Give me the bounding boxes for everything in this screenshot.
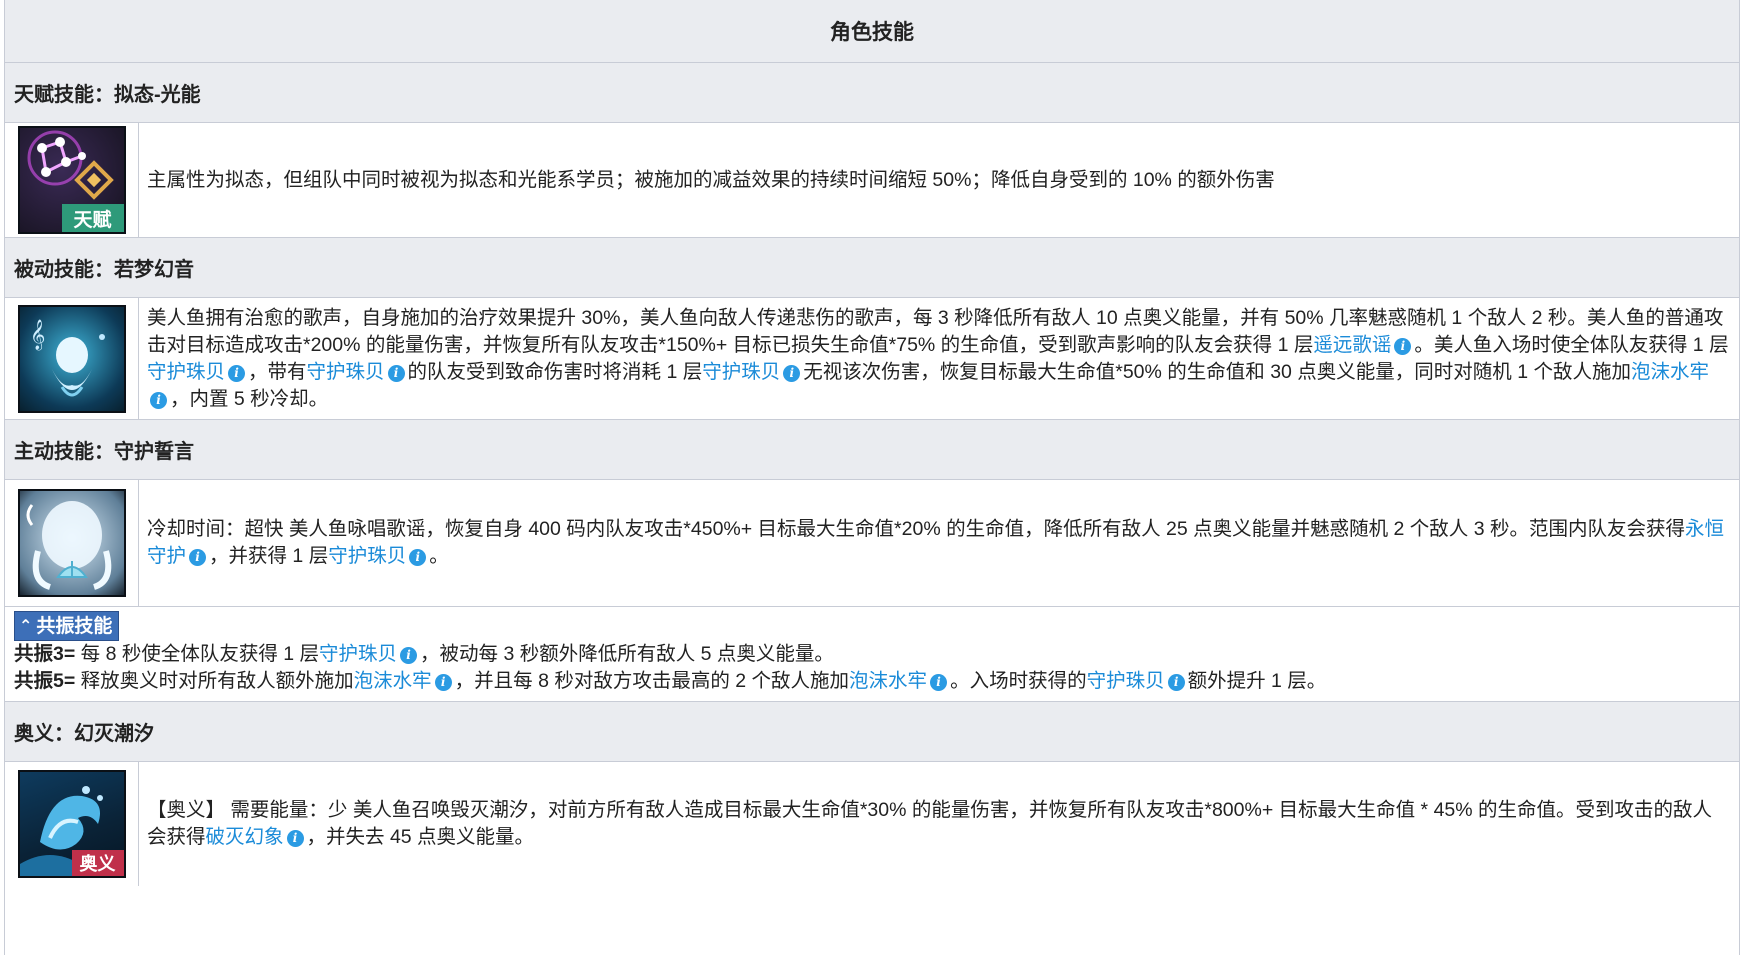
link-bubble-prison[interactable]: 泡沫水牢	[354, 670, 432, 692]
info-icon[interactable]: i	[783, 364, 801, 382]
talent-badge: 天赋	[61, 204, 124, 232]
ultimate-icon-cell: 奥义	[5, 762, 139, 886]
link-bubble-prison[interactable]: 泡沫水牢	[1631, 361, 1709, 383]
passive-header: 被动技能：若梦幻音	[5, 238, 1739, 298]
mermaid-song-icon: 𝄞	[30, 319, 105, 396]
active-icon	[17, 489, 126, 597]
link-guardian-shell[interactable]: 守护珠贝	[147, 361, 225, 383]
active-text-1: 冷却时间：超快 美人鱼咏唱歌谣，恢复自身 400 码内队友攻击*450%+ 目标…	[147, 518, 1685, 540]
active-icon-cell	[5, 480, 139, 606]
resonance-3-line: 共振3= 每 8 秒使全体队友获得 1 层守护珠贝 i ，被动每 3 秒额外降低所有…	[14, 641, 1730, 668]
ultimate-header: 奥义：幻灭潮汐	[5, 702, 1739, 762]
link-guardian-shell[interactable]: 守护珠贝	[319, 643, 397, 665]
link-guardian-shell[interactable]: 守护珠贝	[1087, 670, 1165, 692]
info-icon[interactable]: i	[400, 647, 418, 664]
resonance-badge-label: 共振技能	[36, 615, 113, 637]
passive-text-6: ，内置 5 秒冷却。	[170, 387, 329, 410]
info-icon[interactable]: i	[286, 830, 304, 847]
passive-text-3: ，带有	[248, 360, 307, 383]
ultimate-row: 奥义 【奥义】 需要能量：少 美人鱼召唤毁灭潮汐，对前方所有敌人造成目标最大生命…	[5, 762, 1739, 886]
resonance-badge: ⌃ 共振技能	[14, 611, 120, 641]
talent-row: 天赋 主属性为拟态，但组队中同时被视为拟态和光能系学员；被施加的减益效果的持续时…	[5, 123, 1739, 238]
active-description-text: 冷却时间：超快 美人鱼咏唱歌谣，恢复自身 400 码内队友攻击*450%+ 目标…	[147, 516, 1731, 570]
active-header: 主动技能：守护誓言	[5, 420, 1739, 480]
passive-icon-cell: 𝄞	[5, 298, 139, 419]
link-distant-song[interactable]: 遥远歌谣	[1313, 334, 1391, 356]
info-icon[interactable]: i	[1167, 674, 1185, 691]
talent-icon-cell: 天赋	[5, 123, 139, 237]
link-bubble-prison[interactable]: 泡沫水牢	[849, 670, 927, 692]
resonance-5-line: 共振5= 释放奥义时对所有敌人额外施加泡沫水牢 i ，并且每 8 秒对敌方攻击最高的…	[14, 668, 1730, 695]
passive-description-text: 美人鱼拥有治愈的歌声，自身施加的治疗效果提升 30%，美人鱼向敌人传递悲伤的歌声…	[147, 305, 1731, 413]
svg-text:𝄞: 𝄞	[30, 319, 45, 351]
info-icon[interactable]: i	[409, 549, 427, 566]
talent-description-text: 主属性为拟态，但组队中同时被视为拟态和光能系学员；被施加的减益效果的持续时间缩短…	[147, 168, 1275, 191]
ultimate-text-2: ，并失去 45 点奥义能量。	[306, 826, 535, 848]
info-icon[interactable]: i	[150, 391, 167, 409]
info-icon[interactable]: i	[189, 549, 207, 566]
talent-icon: 天赋	[17, 126, 126, 234]
passive-text-5: 无视该次伤害，恢复目标最大生命值*50% 的生命值和 30 点奥义能量，同时对随…	[803, 360, 1631, 383]
resonance-5-text-2: ，并且每 8 秒对敌方攻击最高的 2 个敌人施加	[454, 670, 850, 692]
talent-header: 天赋技能：拟态-光能	[5, 63, 1739, 123]
ultimate-badge: 奥义	[71, 850, 124, 876]
passive-icon: 𝄞	[17, 304, 126, 413]
active-row: 冷却时间：超快 美人鱼咏唱歌谣，恢复自身 400 码内队友攻击*450%+ 目标…	[5, 480, 1739, 607]
double-chevron-up-icon: ⌃	[19, 617, 33, 635]
info-icon[interactable]: i	[434, 674, 452, 691]
info-icon[interactable]: i	[387, 364, 405, 382]
link-guardian-shell[interactable]: 守护珠贝	[307, 361, 385, 383]
resonance-5-text-4: 额外提升 1 层。	[1187, 670, 1327, 692]
ultimate-description: 【奥义】 需要能量：少 美人鱼召唤毁灭潮汐，对前方所有敌人造成目标最大生命值*3…	[139, 762, 1739, 886]
talent-description: 主属性为拟态，但组队中同时被视为拟态和光能系学员；被施加的减益效果的持续时间缩短…	[139, 123, 1739, 237]
skills-table: 角色技能 天赋技能：拟态-光能 天赋 主属性为拟态，但组队中同时被视为拟态和光能…	[4, 0, 1740, 955]
link-shattered-illusion[interactable]: 破灭幻象	[206, 826, 284, 848]
link-guardian-shell[interactable]: 守护珠贝	[328, 545, 406, 567]
resonance-block: ⌃ 共振技能 共振3= 每 8 秒使全体队友获得 1 层守护珠贝 i ，被动每 3 秒…	[5, 607, 1739, 702]
active-text-3: 。	[429, 545, 449, 567]
active-text-2: ，并获得 1 层	[209, 545, 329, 567]
resonance-5-text-1: 释放奥义时对所有敌人额外施加	[75, 670, 354, 692]
info-icon[interactable]: i	[1394, 337, 1412, 355]
resonance-3-text-2: ，被动每 3 秒额外降低所有敌人 5 点奥义能量。	[420, 643, 834, 665]
resonance-3-label: 共振3=	[14, 643, 76, 665]
resonance-5-label: 共振5=	[14, 670, 76, 692]
passive-description: 美人鱼拥有治愈的歌声，自身施加的治疗效果提升 30%，美人鱼向敌人传递悲伤的歌声…	[139, 298, 1739, 419]
active-description: 冷却时间：超快 美人鱼咏唱歌谣，恢复自身 400 码内队友攻击*450%+ 目标…	[139, 480, 1739, 606]
resonance-3-text-1: 每 8 秒使全体队友获得 1 层	[75, 643, 320, 665]
table-title: 角色技能	[5, 0, 1739, 63]
link-guardian-shell[interactable]: 守护珠贝	[702, 361, 780, 383]
ultimate-icon: 奥义	[17, 770, 126, 878]
passive-text-2: 。美人鱼入场时使全体队友获得 1 层	[1414, 333, 1729, 356]
ultimate-description-text: 【奥义】 需要能量：少 美人鱼召唤毁灭潮汐，对前方所有敌人造成目标最大生命值*3…	[147, 797, 1731, 851]
oath-shell-icon	[26, 501, 111, 590]
passive-text-4: 的队友受到致命伤害时将消耗 1 层	[407, 360, 703, 383]
info-icon[interactable]: i	[930, 674, 948, 691]
info-icon[interactable]: i	[228, 364, 246, 382]
passive-row: 𝄞 美人鱼拥有治愈的歌声，自身施加的治疗效果提升 30%，美人鱼向敌人传递悲伤的…	[5, 298, 1739, 420]
resonance-5-text-3: 。入场时获得的	[950, 670, 1087, 692]
